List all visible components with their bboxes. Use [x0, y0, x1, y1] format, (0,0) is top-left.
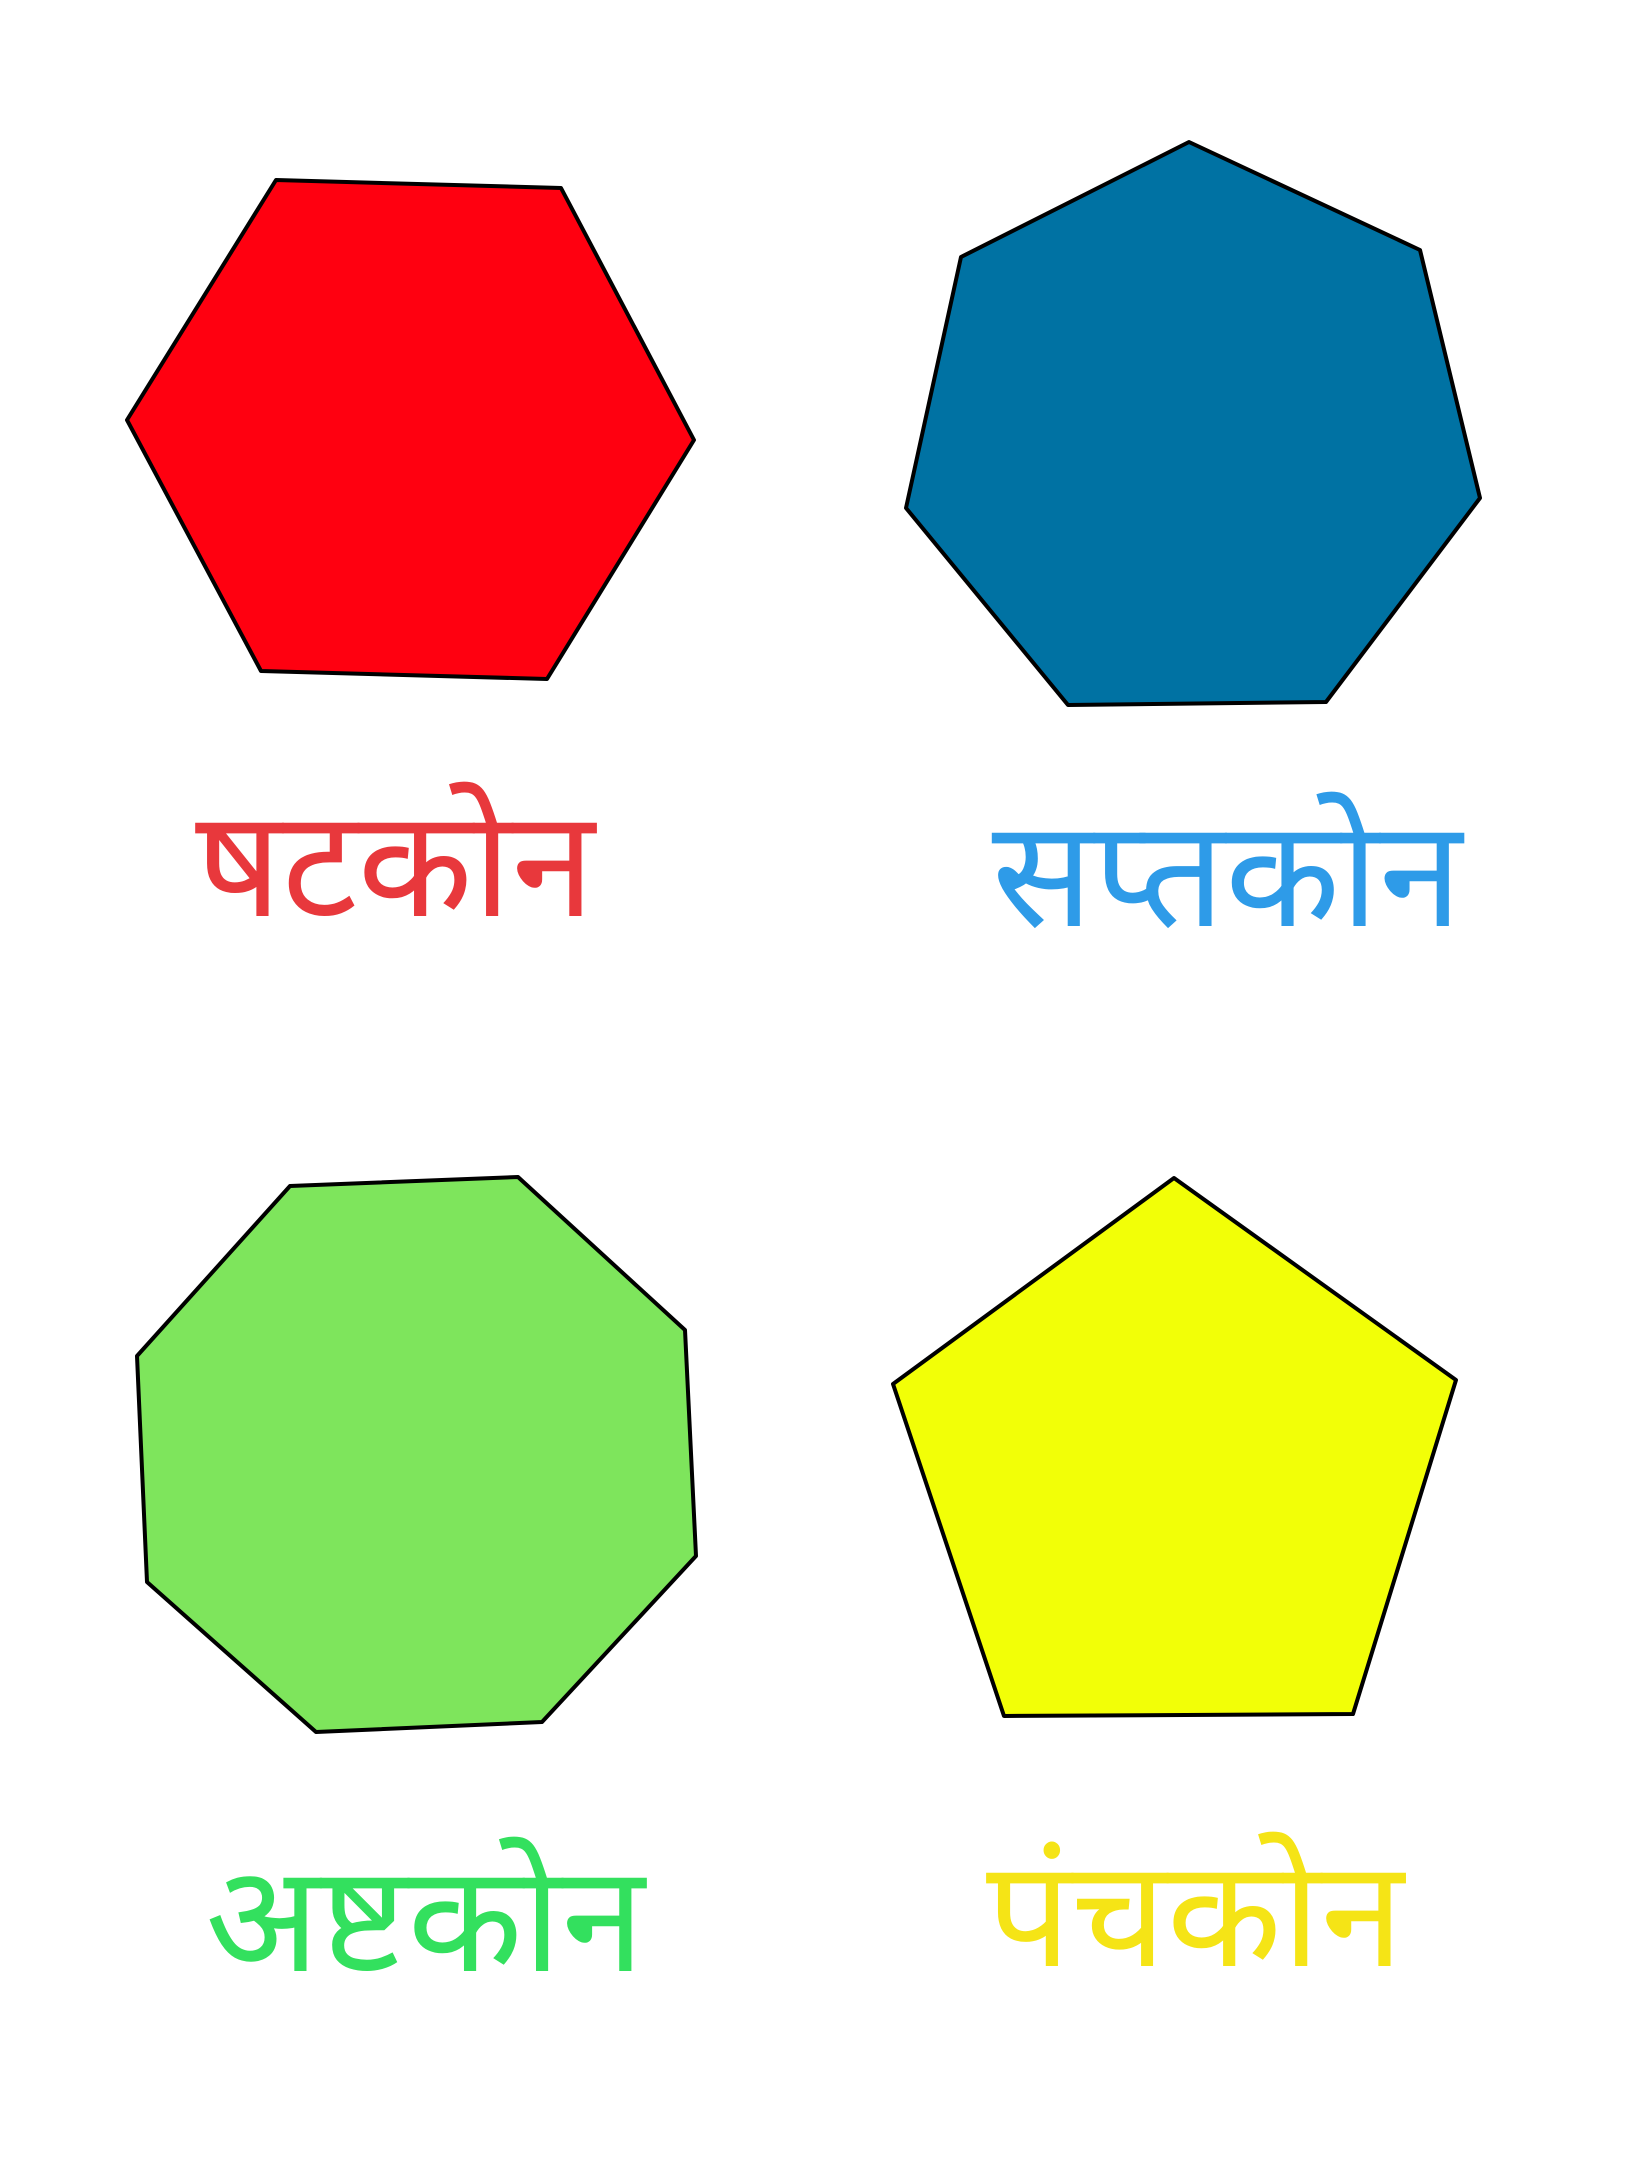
pentagon-label: पंचकोन — [986, 1828, 1404, 2002]
octagon-label: अष्टकोन — [205, 1833, 645, 2007]
heptagon-label: सप्तकोन — [991, 788, 1463, 962]
hexagon-shape — [125, 178, 696, 681]
hexagon-label: षटकोन — [195, 778, 595, 952]
heptagon-shape — [904, 140, 1482, 707]
pentagon-shape — [891, 1176, 1458, 1718]
octagon-shape — [135, 1175, 698, 1734]
